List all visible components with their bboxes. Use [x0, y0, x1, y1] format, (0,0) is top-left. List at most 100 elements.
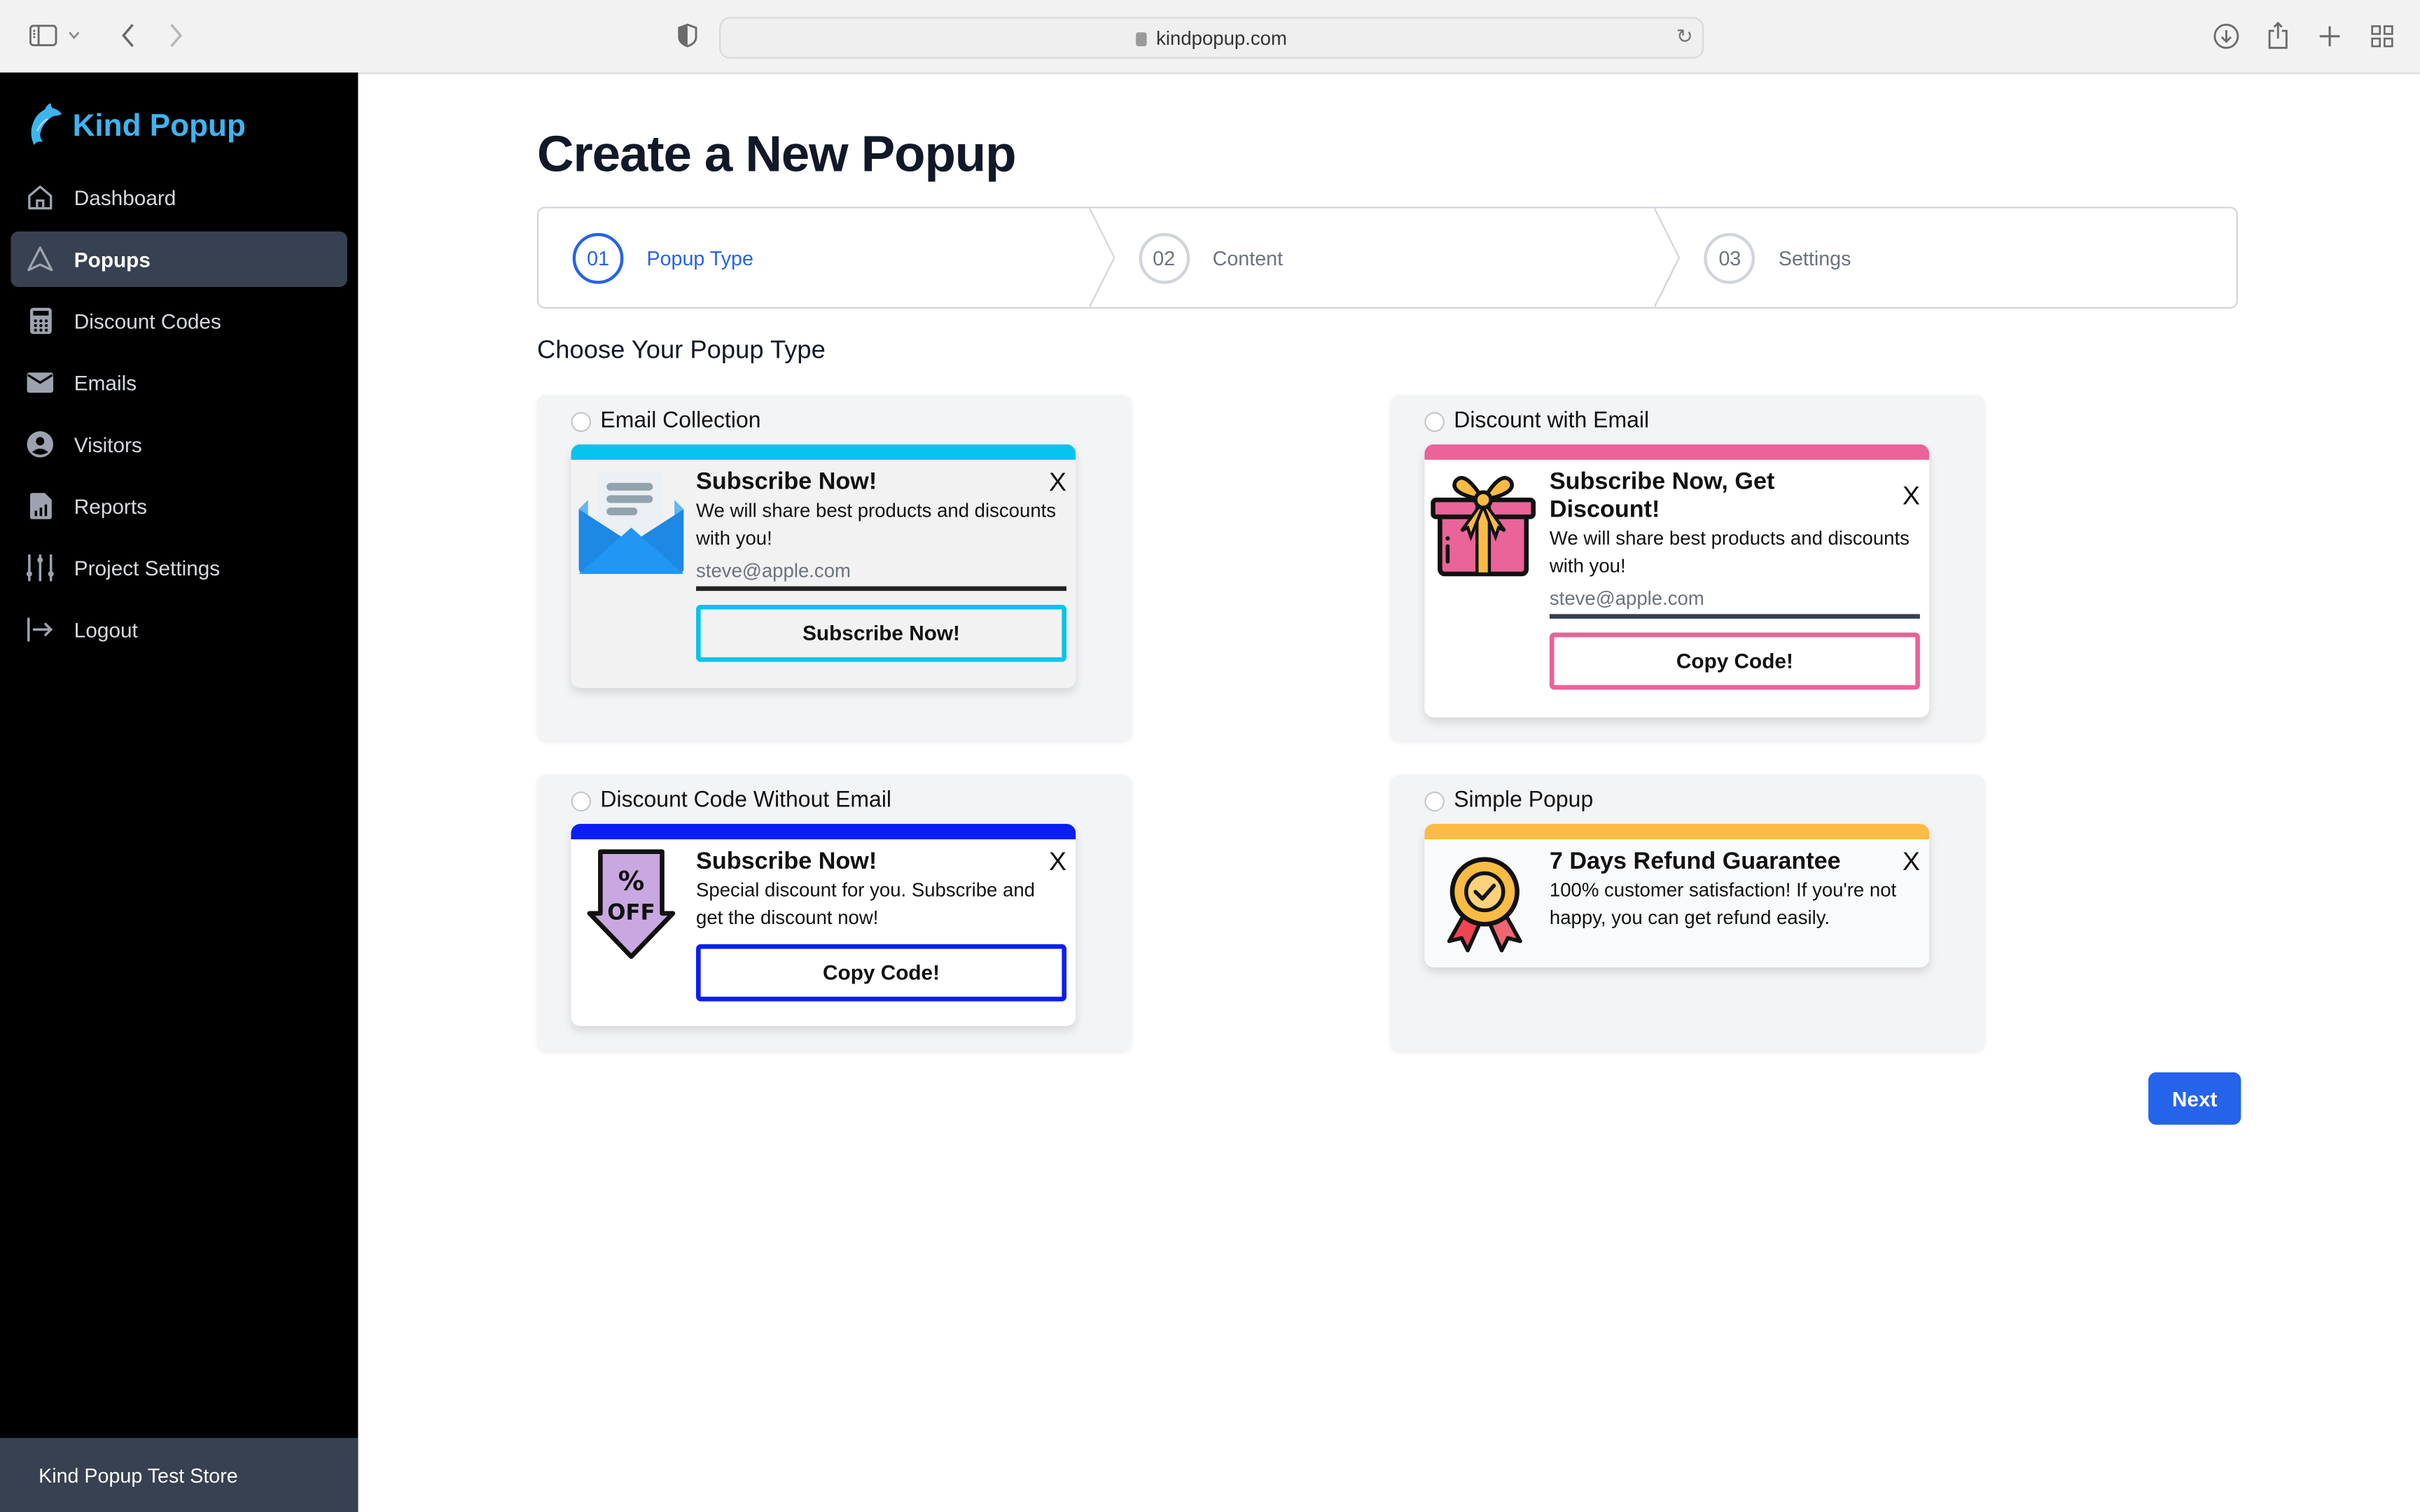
preview-description: 100% customer satisfaction! If you're no… [1549, 879, 1897, 929]
step-popup-type[interactable]: 01 Popup Type [538, 208, 1115, 307]
open-envelope-icon [578, 472, 684, 581]
radio-discount-code-without-email[interactable] [571, 790, 592, 811]
preview-heading: Subscribe Now! [696, 848, 877, 875]
main-content: Create a New Popup 01 Popup Type 02 Cont… [358, 73, 2420, 1512]
store-switcher[interactable]: Kind Popup Test Store [0, 1438, 359, 1512]
preview-email-placeholder: steve@apple.com [1549, 587, 1704, 610]
icon-off-text: OFF [607, 900, 655, 925]
preview-heading: Subscribe Now, Get Discount! [1549, 469, 1775, 524]
address-bar[interactable]: kindpopup.com ↻ [719, 17, 1704, 59]
popup-preview: Subscribe Now, Get Discount! We will sha… [1424, 444, 1930, 718]
radio-option[interactable]: Discount Code Without Email [571, 788, 892, 813]
preview-accent-bar [571, 444, 1076, 460]
back-icon[interactable] [113, 20, 144, 51]
brand-name: Kind Popup [72, 109, 246, 144]
step-label: Settings [1778, 246, 1851, 270]
calculator-icon [25, 305, 55, 336]
option-label: Discount with Email [1454, 409, 1650, 434]
radio-email-collection[interactable] [571, 411, 592, 432]
radio-option[interactable]: Discount with Email [1424, 409, 1649, 433]
privacy-shield-icon[interactable] [672, 20, 702, 51]
download-icon[interactable] [2210, 20, 2241, 51]
preview-accent-bar [1424, 823, 1930, 840]
gift-box-icon [1431, 472, 1536, 584]
sidebar-item-label: Project Settings [74, 556, 221, 580]
step-number: 03 [1704, 232, 1755, 284]
new-tab-icon[interactable] [2314, 20, 2344, 51]
sidebar-item-emails[interactable]: Emails [11, 355, 347, 410]
option-label: Email Collection [600, 409, 761, 434]
sidebar-item-logout[interactable]: Logout [11, 602, 347, 657]
popup-type-card-discount-code-without-email[interactable]: Discount Code Without Email % OFF Subscr… [537, 774, 1132, 1051]
preview-text: Subscribe Now, Get Discount! We will sha… [1549, 469, 1920, 690]
sidebar-item-label: Emails [74, 371, 137, 395]
lock-icon [1136, 32, 1147, 47]
preview-copy-code-button: Copy Code! [696, 944, 1067, 1002]
report-chart-icon [25, 491, 55, 522]
option-label: Simple Popup [1454, 788, 1594, 813]
preview-accent-bar [1424, 444, 1930, 460]
sidebar-item-label: Popups [74, 247, 151, 271]
reload-icon[interactable]: ↻ [1676, 24, 1693, 49]
home-icon [25, 182, 55, 213]
step-settings[interactable]: 03 Settings [1671, 209, 2237, 307]
sidebar-nav: Dashboard Popups Discount Codes Emails V… [11, 169, 347, 663]
brand-logo[interactable]: Kind Popup [25, 100, 246, 154]
share-icon[interactable] [2262, 20, 2293, 51]
sidebar-item-discount-codes[interactable]: Discount Codes [11, 293, 347, 349]
navigation-arrow-icon [25, 244, 55, 274]
preview-text: Subscribe Now! We will share best produc… [696, 469, 1067, 662]
dolphin-logo-icon [25, 100, 63, 154]
store-name: Kind Popup Test Store [39, 1463, 238, 1487]
preview-copy-code-button: Copy Code! [1549, 632, 1920, 690]
stepper: 01 Popup Type 02 Content 03 Settings [537, 206, 2238, 309]
preview-description: Special discount for you. Subscribe and … [696, 879, 1036, 929]
preview-accent-bar [571, 823, 1076, 840]
radio-simple-popup[interactable] [1424, 790, 1445, 811]
app-root: kindpopup.com ↻ Kind Popup Dashboard Pop… [0, 0, 2420, 1512]
sliders-icon [25, 552, 55, 583]
sidebar-toggle-icon[interactable] [28, 20, 59, 51]
envelope-icon [25, 368, 55, 398]
radio-discount-with-email[interactable] [1424, 411, 1445, 432]
icon-percent-text: % [618, 866, 645, 897]
sidebar-item-label: Logout [74, 617, 138, 641]
close-icon: X [1902, 847, 1920, 876]
close-icon: X [1902, 481, 1920, 511]
award-badge-icon [1443, 855, 1527, 961]
sidebar-item-project-settings[interactable]: Project Settings [11, 540, 347, 595]
forward-icon[interactable] [160, 20, 191, 51]
browser-toolbar: kindpopup.com ↻ [0, 0, 2420, 74]
popup-preview: Subscribe Now! We will share best produc… [571, 444, 1076, 689]
step-content[interactable]: 02 Content [1104, 208, 1681, 307]
tab-overview-icon[interactable] [2366, 20, 2397, 51]
popup-type-card-simple-popup[interactable]: Simple Popup 7 Days Refund Guarantee 100… [1390, 774, 1985, 1051]
percent-off-arrow-icon: % OFF [587, 848, 676, 967]
preview-heading: Subscribe Now! [696, 469, 877, 496]
sidebar-item-reports[interactable]: Reports [11, 478, 347, 533]
sidebar-item-visitors[interactable]: Visitors [11, 416, 347, 472]
url-text: kindpopup.com [1156, 27, 1287, 49]
option-label: Discount Code Without Email [600, 788, 892, 813]
popup-preview: 7 Days Refund Guarantee 100% customer sa… [1424, 823, 1930, 967]
sidebar-item-label: Dashboard [74, 186, 176, 209]
radio-option[interactable]: Email Collection [571, 409, 761, 433]
chevron-down-icon[interactable] [65, 20, 83, 51]
preview-email-placeholder: steve@apple.com [696, 560, 851, 582]
step-label: Popup Type [646, 246, 753, 270]
step-label: Content [1212, 246, 1284, 270]
user-circle-icon [25, 429, 55, 460]
preview-subscribe-button: Subscribe Now! [696, 604, 1067, 662]
popup-type-card-discount-with-email[interactable]: Discount with Email Subscribe Now, Get D… [1390, 395, 1985, 741]
sidebar-item-dashboard[interactable]: Dashboard [11, 169, 347, 225]
section-heading: Choose Your Popup Type [537, 336, 826, 365]
preview-heading: 7 Days Refund Guarantee [1549, 848, 1841, 875]
sidebar-item-label: Reports [74, 494, 148, 518]
radio-option[interactable]: Simple Popup [1424, 788, 1593, 813]
next-button[interactable]: Next [2148, 1072, 2241, 1125]
popup-type-card-email-collection[interactable]: Email Collection Subscribe Now! We will … [537, 395, 1132, 741]
preview-input-underline [1549, 614, 1920, 619]
sidebar-item-popups[interactable]: Popups [11, 231, 347, 287]
step-number: 02 [1138, 232, 1190, 284]
step-number: 01 [572, 232, 624, 284]
